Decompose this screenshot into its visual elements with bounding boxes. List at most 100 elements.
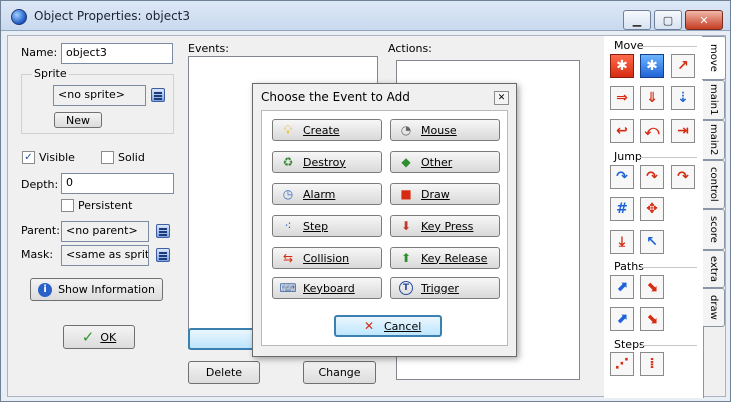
- trash-icon: ♻: [282, 155, 294, 169]
- event-step-label: Step: [303, 219, 329, 233]
- reverse-vertical-icon[interactable]: ⤺: [640, 119, 664, 143]
- jump-to-start-icon[interactable]: ↷: [640, 165, 664, 189]
- align-to-grid-icon[interactable]: #: [610, 197, 634, 221]
- delete-event-button[interactable]: Delete: [188, 361, 260, 384]
- end-path-icon[interactable]: ⬊: [640, 275, 664, 299]
- event-key-release-button[interactable]: ⬆ Key Release: [390, 247, 500, 269]
- event-alarm-button[interactable]: ◷ Alarm: [272, 183, 382, 205]
- keyboard-up-icon: ⬆: [400, 251, 412, 265]
- path-speed-icon[interactable]: ⬊: [640, 307, 664, 331]
- ok-button[interactable]: ✓ OK: [63, 325, 135, 349]
- step-avoiding-icon[interactable]: ⁞: [640, 352, 664, 376]
- event-other-button[interactable]: ◆ Other: [390, 151, 500, 173]
- solid-label: Solid: [118, 151, 145, 164]
- show-information-button[interactable]: i Show Information: [30, 278, 163, 301]
- event-other-label: Other: [421, 155, 453, 169]
- diamond-icon: ◆: [401, 155, 411, 169]
- sprite-field[interactable]: <no sprite>: [53, 85, 146, 106]
- dialog-title: Choose the Event to Add: [261, 90, 410, 104]
- tab-draw[interactable]: draw: [703, 288, 725, 327]
- sprite-group-title: Sprite: [32, 67, 69, 80]
- reverse-horizontal-icon[interactable]: ↩: [610, 119, 634, 143]
- collision-arrows-icon: ⇆: [282, 251, 294, 265]
- event-create-label: Create: [303, 123, 340, 137]
- event-destroy-label: Destroy: [303, 155, 346, 169]
- persistent-label: Persistent: [78, 199, 133, 212]
- tab-main1[interactable]: main1: [703, 80, 725, 120]
- section-steps-divider: [640, 345, 697, 346]
- event-create-button[interactable]: 💡︎ Create: [272, 119, 382, 141]
- move-to-contact-icon[interactable]: ⤓: [610, 230, 634, 254]
- event-collision-label: Collision: [303, 251, 350, 265]
- close-button[interactable]: ✕: [685, 10, 723, 30]
- tab-score[interactable]: score: [703, 209, 725, 250]
- event-keyboard-label: Keyboard: [303, 281, 355, 295]
- section-jump-divider: [640, 157, 697, 158]
- choose-event-dialog: Choose the Event to Add ✕ 💡︎ Create ◔ Mo…: [252, 83, 517, 357]
- event-key-press-button[interactable]: ⬇ Key Press: [390, 215, 500, 237]
- section-paths-divider: [640, 267, 697, 268]
- visible-label: Visible: [39, 151, 75, 164]
- parent-menu-icon[interactable]: [156, 224, 170, 238]
- object-properties-window: Object Properties: object3 ▁ ▢ ✕ Name: o…: [0, 0, 731, 402]
- lightbulb-icon: 💡︎: [283, 122, 293, 137]
- section-move-divider: [640, 46, 697, 47]
- jump-to-position-icon[interactable]: ↷: [610, 165, 634, 189]
- dialog-close-button[interactable]: ✕: [494, 91, 509, 105]
- path-position-icon[interactable]: ⬈: [610, 307, 634, 331]
- depth-input[interactable]: 0: [61, 173, 174, 194]
- event-key-release-label: Key Release: [421, 251, 488, 265]
- action-tabs: move main1 main2 control score extra dra…: [702, 36, 727, 398]
- move-fixed-icon[interactable]: ✱: [610, 54, 634, 78]
- set-path-icon[interactable]: ⬈: [610, 275, 634, 299]
- window-title: Object Properties: object3: [34, 9, 191, 23]
- section-jump-title: Jump: [614, 150, 642, 163]
- tab-main2[interactable]: main2: [703, 120, 725, 160]
- sprite-menu-icon[interactable]: [151, 88, 165, 102]
- solid-checkbox[interactable]: [101, 151, 114, 164]
- event-mouse-button[interactable]: ◔ Mouse: [390, 119, 500, 141]
- mask-field[interactable]: <same as sprite>: [61, 245, 149, 266]
- persistent-checkbox[interactable]: [61, 199, 74, 212]
- keyboard-down-icon: ⬇: [400, 219, 412, 233]
- change-event-button[interactable]: Change: [303, 361, 376, 384]
- event-destroy-button[interactable]: ♻ Destroy: [272, 151, 382, 173]
- parent-field[interactable]: <no parent>: [61, 221, 149, 242]
- tab-extra[interactable]: extra: [703, 250, 725, 288]
- gravity-icon[interactable]: ⇣: [671, 86, 695, 110]
- bounce-icon[interactable]: ↖: [640, 230, 664, 254]
- name-label: Name:: [21, 46, 58, 59]
- keyboard-icon: ⌨: [279, 281, 297, 295]
- ok-label: OK: [100, 330, 117, 344]
- friction-icon[interactable]: ⇥: [671, 119, 695, 143]
- depth-label: Depth:: [21, 178, 59, 191]
- move-towards-icon[interactable]: ↗: [671, 54, 695, 78]
- title-bar[interactable]: Object Properties: object3 ▁ ▢ ✕: [1, 1, 730, 31]
- mask-menu-icon[interactable]: [156, 248, 170, 262]
- show-information-label: Show Information: [58, 283, 155, 296]
- maximize-button[interactable]: ▢: [654, 10, 682, 30]
- event-collision-button[interactable]: ⇆ Collision: [272, 247, 382, 269]
- jump-to-random-icon[interactable]: ↷: [671, 165, 695, 189]
- tab-control[interactable]: control: [703, 160, 725, 209]
- check-icon: ✓: [81, 328, 95, 346]
- minimize-button[interactable]: ▁: [623, 10, 651, 30]
- event-step-button[interactable]: ⁖ Step: [272, 215, 382, 237]
- visible-checkbox[interactable]: ✓: [22, 151, 35, 164]
- mouse-icon: ◔: [400, 123, 412, 137]
- parent-label: Parent:: [21, 224, 60, 237]
- move-free-icon[interactable]: ✱: [640, 54, 664, 78]
- event-draw-button[interactable]: ■ Draw: [390, 183, 500, 205]
- events-label: Events:: [188, 42, 229, 55]
- dialog-cancel-button[interactable]: ✕ Cancel: [334, 315, 442, 337]
- event-trigger-label: Trigger: [421, 281, 459, 295]
- new-sprite-button[interactable]: New: [54, 112, 102, 128]
- step-towards-icon[interactable]: ⋰: [610, 352, 634, 376]
- wrap-screen-icon[interactable]: ✥: [640, 197, 664, 221]
- event-keyboard-button[interactable]: ⌨ Keyboard: [272, 277, 382, 299]
- speed-vertical-icon[interactable]: ⇓: [640, 86, 664, 110]
- event-trigger-button[interactable]: T Trigger: [390, 277, 500, 299]
- speed-horizontal-icon[interactable]: ⇒: [610, 86, 634, 110]
- tab-move[interactable]: move: [702, 36, 726, 80]
- name-input[interactable]: object3: [61, 43, 173, 64]
